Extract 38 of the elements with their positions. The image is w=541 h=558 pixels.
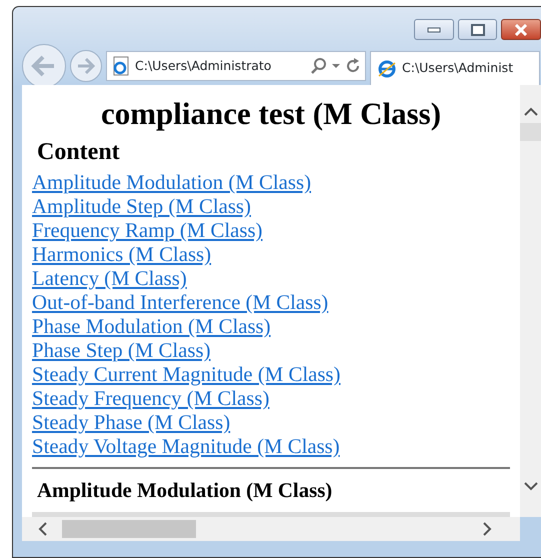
- section-link[interactable]: Amplitude Step (M Class): [32, 194, 251, 219]
- browser-logo-icon: [377, 58, 397, 78]
- maximize-button[interactable]: [458, 19, 498, 40]
- minimize-button[interactable]: [414, 19, 454, 40]
- dropdown-icon[interactable]: [331, 62, 341, 70]
- tab-title: C:\Users\Administ: [402, 59, 514, 78]
- forward-arrow-icon: [77, 58, 95, 74]
- back-arrow-icon: [31, 55, 57, 77]
- browser-tab[interactable]: C:\Users\Administ: [370, 51, 540, 85]
- section-link[interactable]: Frequency Ramp (M Class): [32, 218, 262, 243]
- scrollbar-thumb[interactable]: [62, 520, 196, 538]
- section-link[interactable]: Steady Current Magnitude (M Class): [32, 362, 340, 387]
- scroll-down-icon[interactable]: [524, 481, 538, 491]
- refresh-icon[interactable]: [345, 58, 361, 74]
- scroll-left-icon[interactable]: [38, 522, 48, 536]
- section-link[interactable]: Steady Phase (M Class): [32, 410, 230, 435]
- scrollbar-thumb[interactable]: [520, 123, 541, 141]
- section-link[interactable]: Out-of-band Interference (M Class): [32, 290, 328, 315]
- scroll-up-icon[interactable]: [524, 107, 538, 117]
- search-icon[interactable]: [311, 58, 327, 74]
- minimize-icon: [426, 26, 441, 32]
- section-link[interactable]: Steady Frequency (M Class): [32, 386, 270, 411]
- address-bar[interactable]: C:\Users\Administrato: [106, 51, 366, 81]
- scroll-right-icon[interactable]: [482, 522, 492, 536]
- section-link[interactable]: Latency (M Class): [32, 266, 187, 291]
- section-link[interactable]: Phase Step (M Class): [32, 338, 210, 363]
- section-link[interactable]: Phase Modulation (M Class): [32, 314, 271, 339]
- close-button[interactable]: [501, 19, 541, 40]
- maximize-icon: [470, 24, 484, 36]
- close-icon: [514, 24, 528, 36]
- contents-heading: Content: [37, 138, 121, 167]
- section-link[interactable]: Amplitude Modulation (M Class): [32, 170, 312, 195]
- section-heading: Amplitude Modulation (M Class): [37, 478, 332, 504]
- section-link[interactable]: Steady Voltage Magnitude (M Class): [32, 434, 340, 459]
- page-title: compliance test (M Class): [100, 95, 442, 132]
- section-link[interactable]: Harmonics (M Class): [32, 242, 212, 267]
- page-icon: [111, 56, 131, 76]
- address-text: C:\Users\Administrato: [135, 56, 272, 75]
